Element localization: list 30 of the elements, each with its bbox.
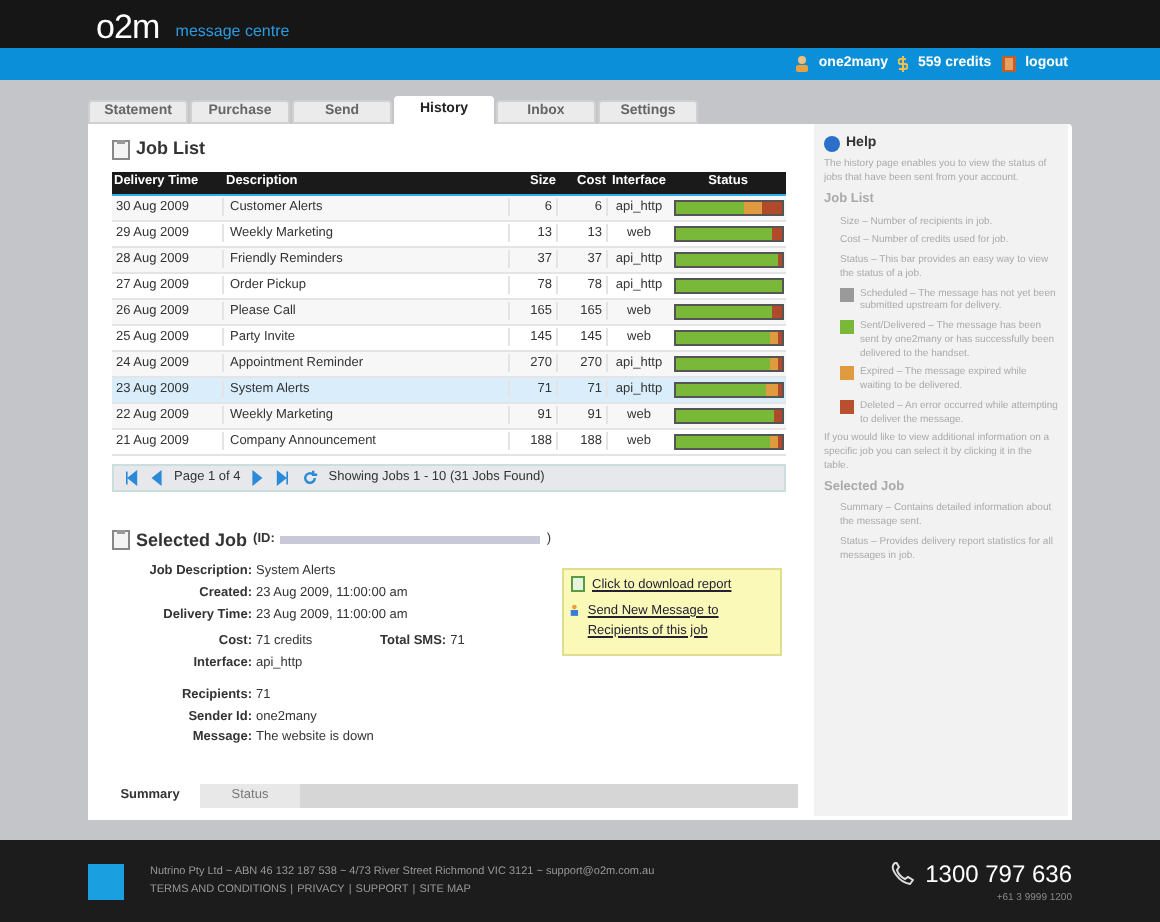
logo-subtitle: message centre	[175, 20, 290, 44]
first-page-icon[interactable]	[122, 467, 138, 487]
phone-number: 1300 797 636	[925, 857, 1072, 892]
status-bar	[673, 225, 783, 241]
status-bar	[673, 407, 783, 423]
door-icon	[1001, 56, 1016, 72]
previous-page-icon[interactable]	[148, 467, 164, 487]
logo: o2m	[96, 10, 160, 44]
status-bar	[673, 199, 783, 215]
status-bar	[673, 303, 783, 319]
dollar-icon	[898, 56, 909, 72]
phone-icon	[889, 861, 914, 886]
status-bar	[673, 329, 783, 345]
help-icon	[824, 135, 840, 152]
document-icon	[112, 139, 130, 160]
status-bar	[673, 355, 783, 371]
company-logo-icon	[88, 863, 124, 899]
refresh-icon[interactable]	[302, 469, 319, 485]
next-page-icon[interactable]	[250, 467, 267, 487]
user-icon	[796, 56, 809, 72]
section-title: Selected Job	[136, 527, 248, 553]
status-bar	[673, 277, 783, 293]
people-icon	[570, 601, 582, 618]
status-bar	[673, 381, 783, 397]
document-icon	[112, 530, 130, 551]
section-title: Job List	[136, 136, 206, 162]
last-page-icon[interactable]	[276, 467, 293, 487]
status-bar	[673, 433, 783, 449]
status-bar	[673, 251, 783, 267]
report-icon	[570, 576, 586, 592]
